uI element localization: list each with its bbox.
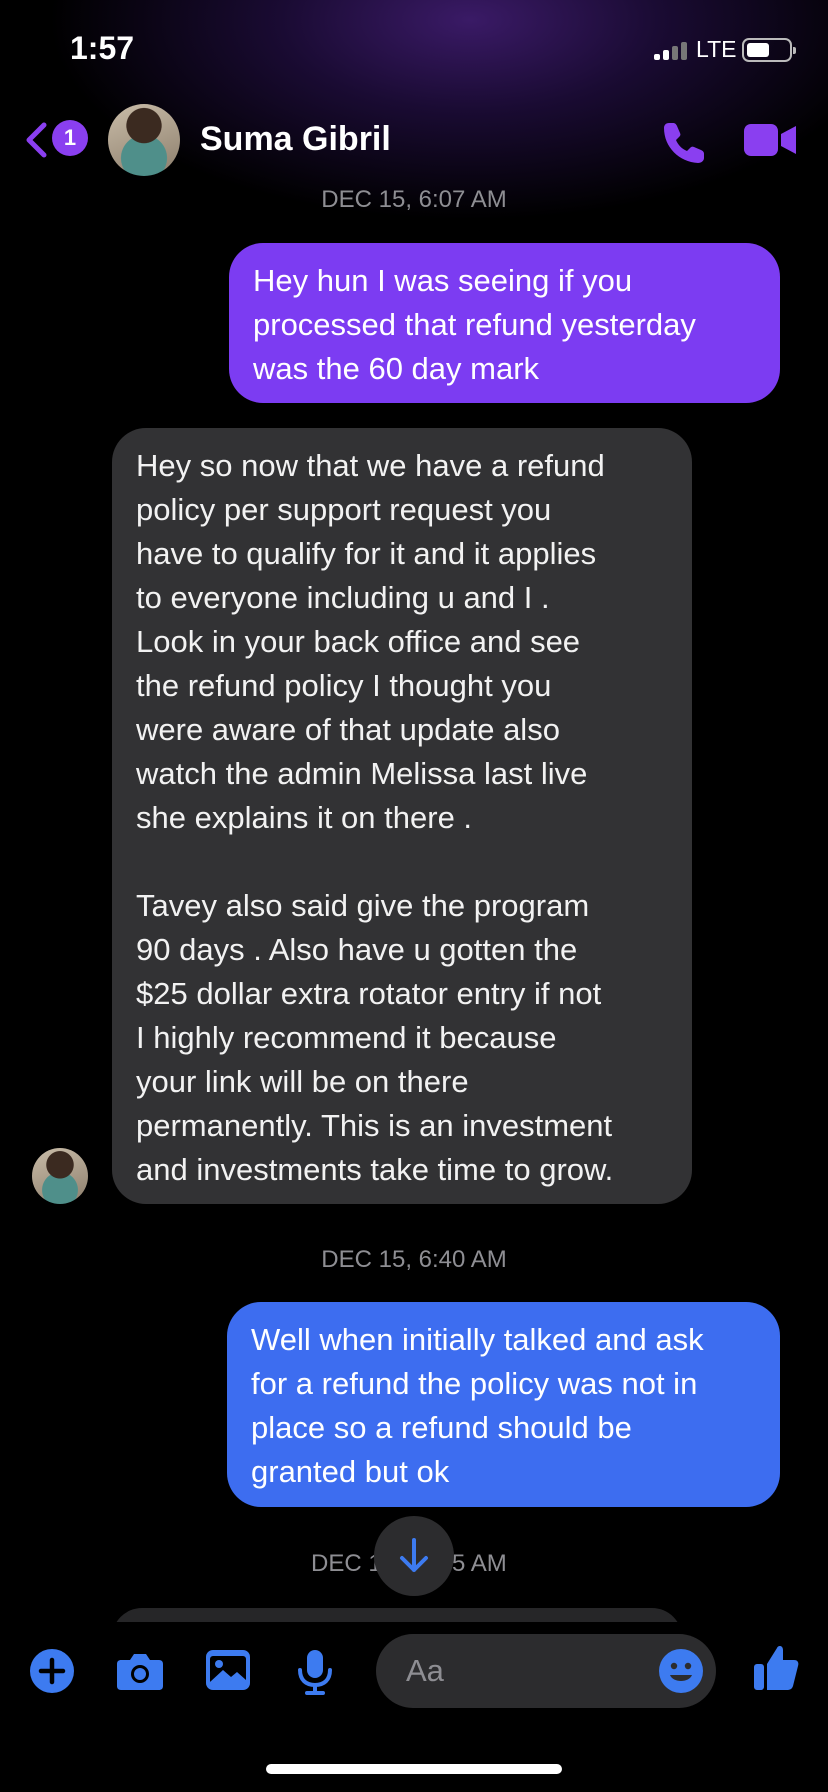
video-camera-icon xyxy=(744,124,796,156)
photo-icon xyxy=(206,1650,250,1690)
timestamp: DEC 15, 6:40 AM xyxy=(321,1246,507,1273)
contact-name[interactable]: Suma Gibril xyxy=(200,120,391,159)
home-indicator[interactable] xyxy=(266,1764,562,1774)
camera-button[interactable] xyxy=(115,1648,165,1699)
timestamp-end: 5 AM xyxy=(452,1550,507,1577)
voice-message-button[interactable] xyxy=(296,1648,334,1701)
phone-call-button[interactable] xyxy=(660,118,708,171)
emoji-icon xyxy=(659,1649,703,1693)
signal-icon xyxy=(654,42,688,60)
unread-badge: 1 xyxy=(52,120,88,156)
chevron-left-icon xyxy=(26,122,47,158)
outgoing-message[interactable]: Hey hun I was seeing if you processed th… xyxy=(229,243,780,403)
outgoing-message[interactable]: Well when initially talked and ask for a… xyxy=(227,1302,780,1507)
scroll-to-bottom-button[interactable] xyxy=(374,1516,454,1596)
thumbs-up-icon xyxy=(754,1645,799,1690)
like-button[interactable] xyxy=(752,1642,800,1699)
back-button[interactable]: 1 xyxy=(24,118,94,162)
arrow-down-icon xyxy=(400,1538,428,1572)
add-button[interactable] xyxy=(29,1648,75,1699)
contact-avatar[interactable] xyxy=(108,104,180,176)
emoji-button[interactable] xyxy=(658,1648,704,1699)
network-label: LTE xyxy=(696,36,737,62)
status-time: 1:57 xyxy=(70,30,135,66)
message-input-field[interactable] xyxy=(376,1634,716,1708)
conversation-header: 1 Suma Gibril xyxy=(0,100,828,190)
message-input[interactable] xyxy=(406,1652,636,1690)
timestamp-start: DEC 1 xyxy=(311,1550,382,1577)
incoming-message[interactable]: Hey so now that we have a refund policy … xyxy=(112,428,692,1204)
battery-icon xyxy=(742,38,796,62)
phone-icon xyxy=(664,123,704,163)
status-bar: 1:57 LTE xyxy=(0,0,828,100)
microphone-icon xyxy=(298,1650,332,1695)
camera-icon xyxy=(117,1654,163,1690)
plus-icon xyxy=(30,1649,74,1693)
gallery-button[interactable] xyxy=(204,1648,252,1699)
sender-avatar xyxy=(32,1148,88,1204)
timestamp: DEC 15, 6:07 AM xyxy=(321,186,507,213)
video-call-button[interactable] xyxy=(742,122,798,163)
